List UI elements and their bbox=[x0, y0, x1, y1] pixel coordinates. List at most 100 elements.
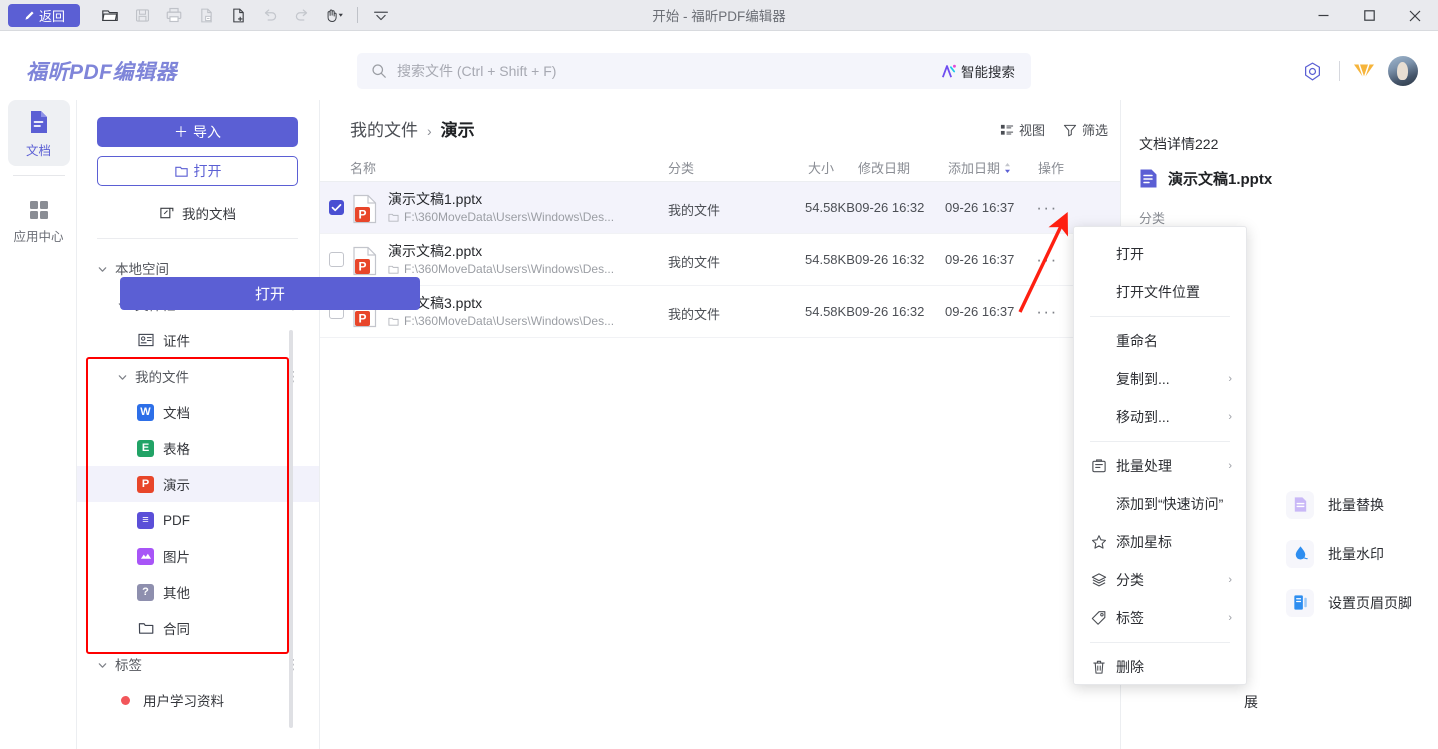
view-toggle-button[interactable]: 视图 bbox=[1000, 120, 1045, 139]
open-folder-icon[interactable] bbox=[94, 1, 126, 29]
column-category: 分类 bbox=[668, 161, 695, 176]
row-more-button[interactable]: ··· bbox=[1034, 300, 1060, 324]
rail-item-documents[interactable]: 文档 bbox=[7, 100, 70, 166]
open-button[interactable]: 打开 bbox=[97, 156, 298, 186]
page-remove-icon[interactable] bbox=[190, 1, 222, 29]
sidebar-tree-item-group[interactable]: 标签 ⋮ bbox=[77, 646, 320, 682]
filter-button[interactable]: 筛选 bbox=[1063, 120, 1108, 139]
gear-hexagon-icon[interactable] bbox=[1295, 56, 1329, 86]
context-menu-item[interactable]: 打开 bbox=[1074, 235, 1246, 273]
ai-search-label: 智能搜索 bbox=[961, 65, 1015, 80]
detail-tool-list: 批量替换 批量水印 设置页眉页脚 bbox=[1286, 480, 1438, 627]
detail-tool-header-footer[interactable]: 设置页眉页脚 bbox=[1286, 578, 1438, 627]
chevron-right-icon: › bbox=[1228, 612, 1232, 624]
detail-open-button[interactable]: 打开 bbox=[120, 277, 420, 310]
my-documents-entry[interactable]: 我的文档 bbox=[97, 199, 298, 227]
file-path: F:\360MoveData\Users\Windows\Des... bbox=[404, 262, 615, 276]
context-menu-item[interactable]: 复制到... › bbox=[1074, 360, 1246, 398]
context-menu-item[interactable]: 批量处理 › bbox=[1074, 447, 1246, 485]
vip-diamond-icon[interactable] bbox=[1350, 57, 1378, 85]
context-menu-item[interactable]: 移动到... › bbox=[1074, 398, 1246, 436]
search-bar[interactable]: 智能搜索 bbox=[357, 53, 1031, 89]
view-actions: 视图 筛选 bbox=[1000, 120, 1108, 139]
table-row[interactable]: P 演示文稿2.pptx F:\360MoveData\Users\Windows\… bbox=[320, 234, 1120, 286]
chevron-down-icon[interactable] bbox=[97, 263, 108, 274]
sidebar-tree-item-node[interactable]: W 文档 bbox=[77, 394, 320, 430]
detail-panel-title: 文档详情222 bbox=[1139, 136, 1219, 152]
context-menu-item[interactable]: 添加星标 bbox=[1074, 523, 1246, 561]
context-menu-item[interactable]: 标签 › bbox=[1074, 599, 1246, 637]
chevron-right-icon: › bbox=[1228, 411, 1232, 423]
ai-search-button[interactable]: 智能搜索 bbox=[940, 61, 1015, 81]
column-added[interactable]: 添加日期 bbox=[948, 158, 1012, 177]
sidebar-tree-item-node[interactable]: ≡ PDF bbox=[77, 502, 320, 538]
header-footer-icon bbox=[1286, 588, 1314, 617]
sidebar-scrollbar[interactable] bbox=[289, 330, 293, 728]
folder-small-icon bbox=[388, 317, 399, 326]
menu-divider bbox=[1090, 316, 1230, 317]
close-button[interactable] bbox=[1392, 0, 1438, 31]
sidebar-tree-item-label: 标签 bbox=[115, 658, 142, 673]
chevron-right-icon: › bbox=[1228, 373, 1232, 385]
batch-process-icon bbox=[1090, 458, 1107, 475]
chevron-down-icon[interactable] bbox=[97, 659, 108, 670]
svg-text:P: P bbox=[358, 260, 366, 274]
breadcrumb-parent[interactable]: 我的文件 bbox=[350, 116, 418, 141]
view-label: 视图 bbox=[1018, 123, 1045, 138]
menu-divider bbox=[1090, 441, 1230, 442]
file-category: 我的文件 bbox=[668, 255, 721, 270]
context-menu-item[interactable]: 分类 › bbox=[1074, 561, 1246, 599]
context-menu-item[interactable]: 重命名 bbox=[1074, 322, 1246, 360]
save-icon[interactable] bbox=[126, 1, 158, 29]
context-menu-item-label: 删除 bbox=[1116, 659, 1144, 675]
minimize-button[interactable] bbox=[1300, 0, 1346, 31]
pptx-file-icon: P bbox=[353, 194, 377, 224]
search-input[interactable] bbox=[397, 63, 940, 79]
import-button[interactable]: ＋ 导入 bbox=[97, 117, 298, 147]
hand-tool-icon[interactable] bbox=[318, 1, 350, 29]
sidebar-tree-item-label: 文档 bbox=[163, 406, 190, 421]
print-icon[interactable] bbox=[158, 1, 190, 29]
table-row[interactable]: P 演示文稿3.pptx F:\360MoveData\Users\Windows\… bbox=[320, 286, 1120, 338]
chevron-down-icon[interactable] bbox=[117, 371, 128, 382]
plus-icon: ＋ bbox=[174, 124, 188, 140]
back-button[interactable]: 返回 bbox=[8, 3, 80, 27]
sidebar-tree-item-node[interactable]: 用户学习资料 bbox=[77, 682, 320, 718]
breadcrumb-current: 演示 bbox=[440, 121, 475, 140]
context-menu-item[interactable]: 添加到“快速访问” bbox=[1074, 485, 1246, 523]
undo-icon[interactable] bbox=[254, 1, 286, 29]
detail-tool-batch-replace[interactable]: 批量替换 bbox=[1286, 480, 1438, 529]
folder-open-icon bbox=[174, 166, 188, 177]
row-more-button[interactable]: ··· bbox=[1034, 196, 1060, 220]
sidebar-tree-item-node[interactable]: 合同 bbox=[77, 610, 320, 646]
rail-item-app-center[interactable]: 应用中心 bbox=[8, 190, 70, 252]
context-menu-item[interactable]: 打开文件位置 bbox=[1074, 273, 1246, 311]
file-path-row: F:\360MoveData\Users\Windows\Des... bbox=[388, 262, 614, 276]
sidebar-tree-item-label: 用户学习资料 bbox=[143, 694, 224, 709]
search-icon bbox=[372, 64, 386, 78]
sidebar-tree-item-node[interactable]: ? 其他 bbox=[77, 574, 320, 610]
app-brand-logo: 福昕PDF编辑器 bbox=[26, 61, 177, 84]
sidebar-tree-item-node[interactable]: 图片 bbox=[77, 538, 320, 574]
sidebar-tree-item-node[interactable]: E 表格 bbox=[77, 430, 320, 466]
maximize-button[interactable] bbox=[1346, 0, 1392, 31]
folder-small-icon bbox=[388, 213, 399, 222]
chevron-down-icon[interactable] bbox=[365, 1, 397, 29]
redo-icon[interactable] bbox=[286, 1, 318, 29]
row-checkbox[interactable] bbox=[329, 252, 344, 267]
context-menu-item[interactable]: 删除 bbox=[1074, 648, 1246, 686]
user-avatar[interactable] bbox=[1388, 56, 1418, 86]
chevron-right-icon: › bbox=[1228, 460, 1232, 472]
detail-tool-batch-watermark[interactable]: 批量水印 bbox=[1286, 529, 1438, 578]
sidebar-tree-item-node[interactable]: P 演示 bbox=[77, 466, 320, 502]
row-checkbox[interactable] bbox=[329, 200, 344, 215]
file-added: 09-26 16:37 bbox=[945, 200, 1015, 215]
table-row[interactable]: P 演示文稿1.pptx F:\360MoveData\Users\Windows\… bbox=[320, 182, 1120, 234]
context-menu-item-label: 批量处理 bbox=[1116, 458, 1172, 474]
page-add-icon[interactable] bbox=[222, 1, 254, 29]
trash-icon bbox=[1090, 659, 1107, 676]
sidebar-tree-item-group[interactable]: 我的文件 ⋮ bbox=[77, 358, 320, 394]
row-more-button[interactable]: ··· bbox=[1034, 248, 1060, 272]
sidebar-tree-item-node[interactable]: 证件 bbox=[77, 322, 320, 358]
main-content: 我的文件 › 演示 视图 筛选 名称 分类 大小 修改日期 添加日期 操作 P … bbox=[320, 100, 1120, 749]
